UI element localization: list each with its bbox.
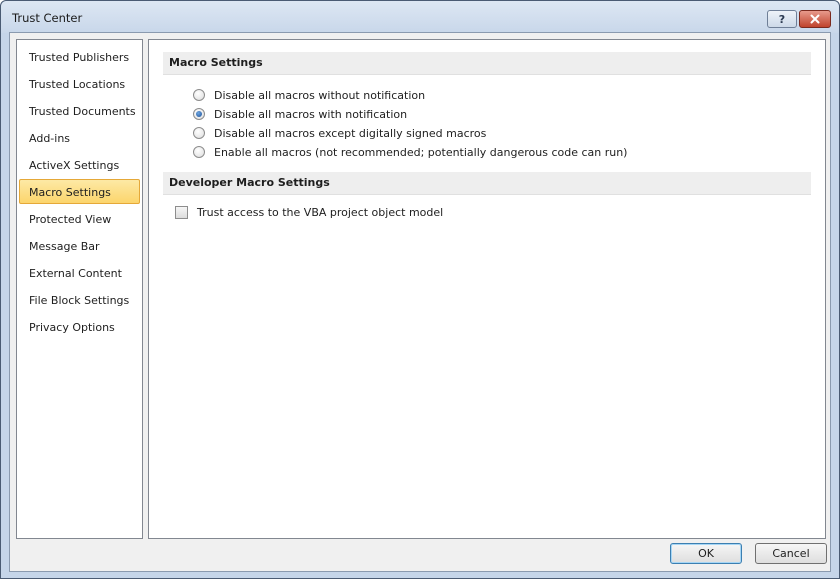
nav-item-macro-settings[interactable]: Macro Settings bbox=[19, 179, 140, 204]
nav-item-trusted-locations[interactable]: Trusted Locations bbox=[19, 71, 140, 96]
option-label: Disable all macros except digitally sign… bbox=[214, 126, 487, 140]
nav-item-external-content[interactable]: External Content bbox=[19, 260, 140, 285]
nav-item-privacy-options[interactable]: Privacy Options bbox=[19, 314, 140, 339]
radio-disable-no-notification[interactable]: Disable all macros without notification bbox=[193, 87, 425, 103]
option-label: Disable all macros with notification bbox=[214, 107, 408, 121]
close-button[interactable] bbox=[799, 10, 831, 28]
category-list: Trusted Publishers Trusted Locations Tru… bbox=[16, 39, 143, 539]
title-bar[interactable]: Trust Center ? bbox=[1, 1, 839, 33]
cancel-button[interactable]: Cancel bbox=[755, 543, 827, 564]
radio-disable-except-signed[interactable]: Disable all macros except digitally sign… bbox=[193, 125, 486, 141]
settings-panel: Macro Settings Disable all macros withou… bbox=[148, 39, 826, 539]
nav-item-protected-view[interactable]: Protected View bbox=[19, 206, 140, 231]
option-label: Disable all macros without notification bbox=[214, 88, 426, 102]
option-label: Enable all macros (not recommended; pote… bbox=[214, 145, 628, 159]
trust-center-dialog: Trust Center ? Trusted Publishers Truste… bbox=[0, 0, 840, 579]
nav-item-activex-settings[interactable]: ActiveX Settings bbox=[19, 152, 140, 177]
close-icon bbox=[810, 14, 820, 24]
radio-button[interactable] bbox=[193, 146, 205, 158]
help-icon: ? bbox=[778, 12, 786, 26]
radio-disable-with-notification[interactable]: Disable all macros with notification bbox=[193, 106, 407, 122]
nav-item-file-block-settings[interactable]: File Block Settings bbox=[19, 287, 140, 312]
dialog-body: Trusted Publishers Trusted Locations Tru… bbox=[9, 32, 831, 572]
macro-settings-heading: Macro Settings bbox=[163, 52, 811, 75]
checkbox[interactable] bbox=[175, 205, 188, 219]
developer-macro-settings-heading: Developer Macro Settings bbox=[163, 172, 811, 195]
radio-button-selected[interactable] bbox=[193, 108, 205, 120]
nav-item-message-bar[interactable]: Message Bar bbox=[19, 233, 140, 258]
nav-item-add-ins[interactable]: Add-ins bbox=[19, 125, 140, 150]
help-button[interactable]: ? bbox=[767, 10, 797, 28]
window-title: Trust Center bbox=[12, 11, 83, 25]
radio-enable-all[interactable]: Enable all macros (not recommended; pote… bbox=[193, 144, 627, 160]
checkbox-trust-vba[interactable]: Trust access to the VBA project object m… bbox=[175, 204, 443, 220]
nav-item-trusted-publishers[interactable]: Trusted Publishers bbox=[19, 44, 140, 69]
option-label: Trust access to the VBA project object m… bbox=[197, 205, 444, 219]
radio-button[interactable] bbox=[193, 127, 205, 139]
radio-button[interactable] bbox=[193, 89, 205, 101]
ok-button[interactable]: OK bbox=[670, 543, 742, 564]
nav-item-trusted-documents[interactable]: Trusted Documents bbox=[19, 98, 140, 123]
